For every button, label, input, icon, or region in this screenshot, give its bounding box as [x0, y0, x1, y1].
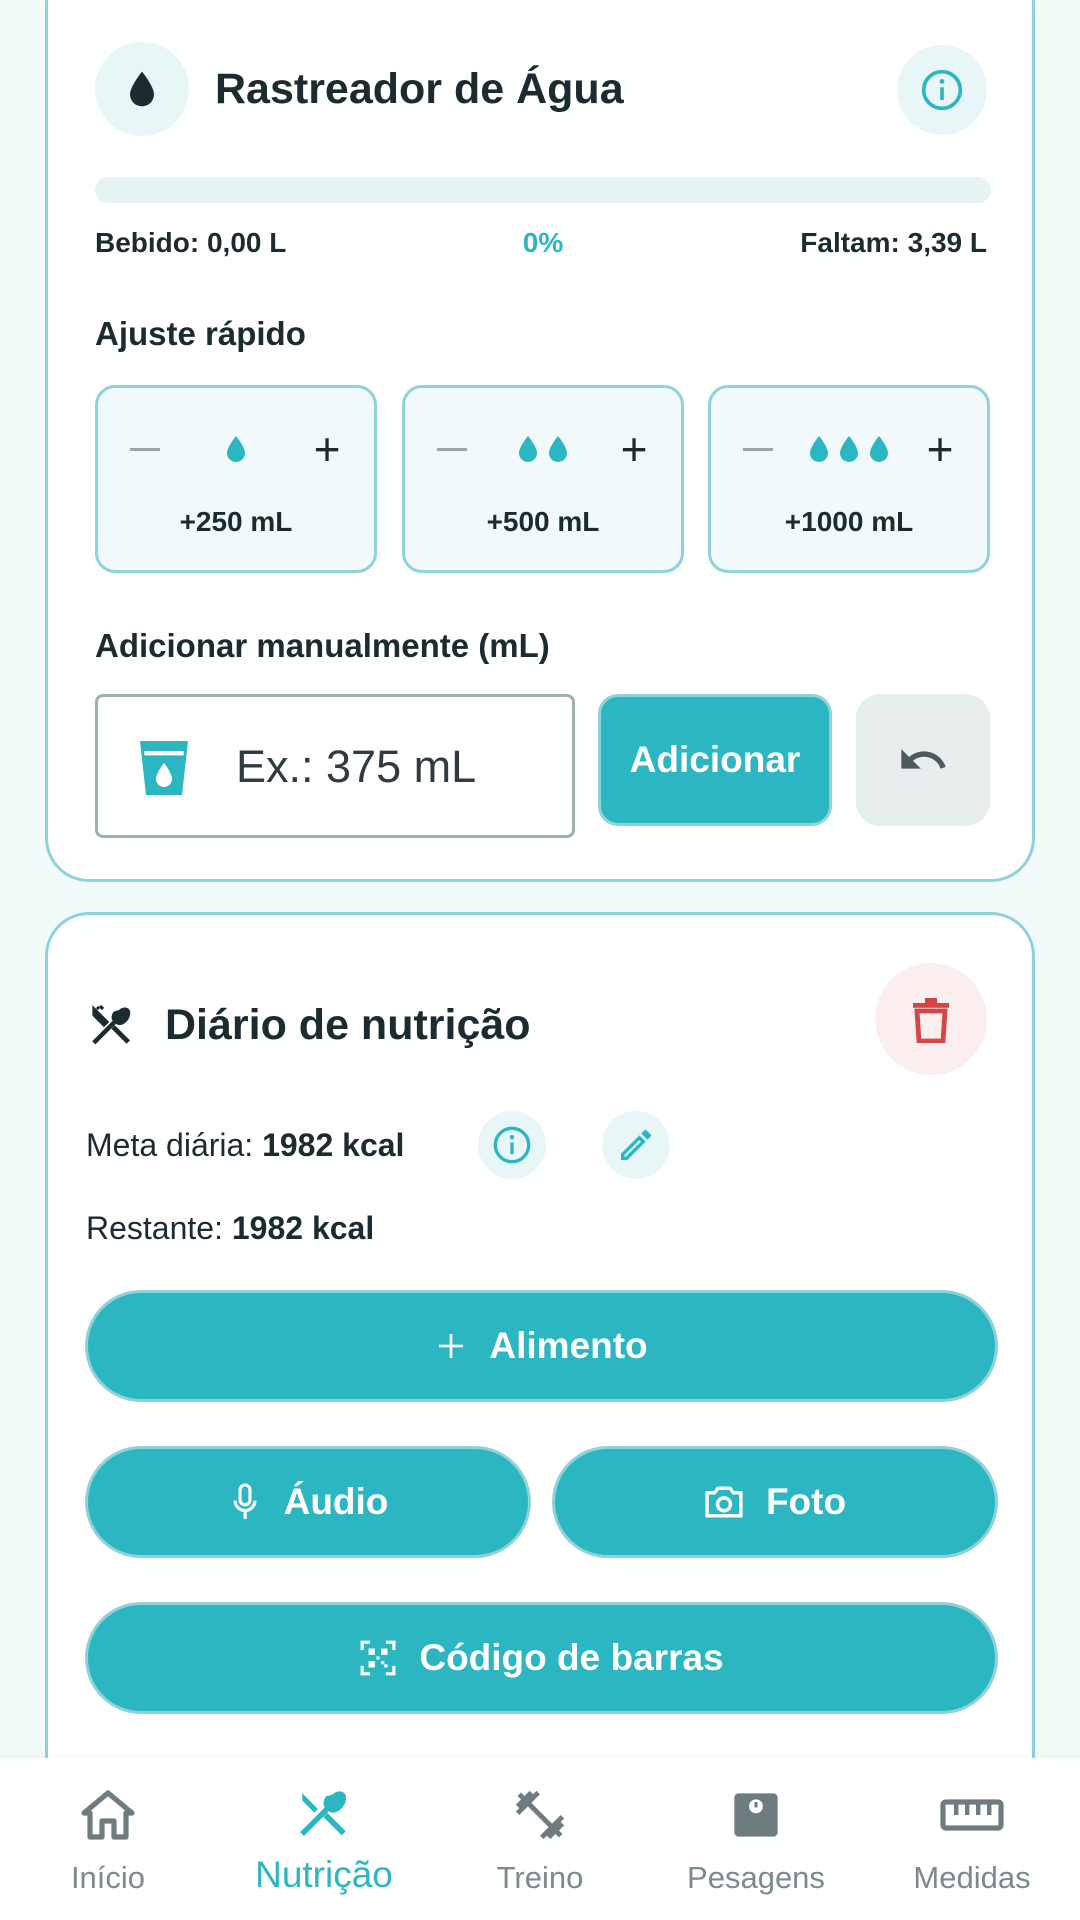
nav-label-workout: Treino	[496, 1860, 584, 1895]
camera-icon	[705, 1486, 743, 1518]
remaining-label: Restante:	[86, 1210, 232, 1246]
info-icon	[921, 69, 963, 111]
goal-info-button[interactable]	[478, 1111, 546, 1179]
barcode-button[interactable]: Código de barras	[85, 1602, 998, 1714]
barcode-label: Código de barras	[419, 1637, 724, 1678]
plus-icon[interactable]: +	[302, 424, 352, 474]
add-food-label: Alimento	[489, 1325, 648, 1366]
nav-label-measurements: Medidas	[913, 1860, 1031, 1895]
nav-item-workout[interactable]: Treino	[432, 1758, 648, 1920]
barcode-scan-icon	[360, 1640, 396, 1676]
manual-add-label: Adicionar manualmente (mL)	[95, 627, 550, 664]
dumbbell-icon	[515, 1790, 565, 1840]
quick-add-amount: +1000 mL	[784, 506, 914, 537]
undo-icon	[901, 749, 946, 769]
nav-label-home: Início	[70, 1860, 146, 1895]
daily-goal-value: 1982 kcal	[262, 1127, 405, 1163]
delete-button[interactable]	[875, 963, 987, 1075]
utensils-icon	[92, 1004, 131, 1045]
quick-add-amount: +500 mL	[486, 506, 600, 537]
photo-label: Foto	[765, 1481, 847, 1522]
cup-icon	[140, 741, 188, 795]
remaining-calories: Restante: 1982 kcal	[86, 1210, 374, 1247]
plus-icon[interactable]: +	[609, 424, 659, 474]
plus-icon[interactable]: +	[915, 424, 965, 474]
daily-goal-label: Meta diária:	[86, 1127, 263, 1163]
quick-add-500[interactable]: + +500 mL	[402, 385, 684, 573]
daily-goal: Meta diária: 1982 kcal	[86, 1127, 404, 1164]
quick-add-1000[interactable]: + +1000 mL	[708, 385, 990, 573]
photo-button[interactable]: Foto	[552, 1446, 998, 1558]
nav-item-measurements[interactable]: Medidas	[864, 1758, 1080, 1920]
quick-add-250[interactable]: + +250 mL	[95, 385, 377, 573]
add-water-button[interactable]: Adicionar	[598, 694, 832, 826]
nutrition-diary-title: Diário de nutrição	[165, 1001, 531, 1049]
nav-label-nutrition: Nutrição	[255, 1854, 393, 1895]
nav-item-home[interactable]: Início	[0, 1758, 216, 1920]
info-icon	[493, 1126, 531, 1164]
ruler-icon	[940, 1799, 1004, 1831]
water-info-button[interactable]	[897, 45, 987, 135]
pencil-icon	[621, 1129, 652, 1160]
water-drop-icon	[130, 71, 154, 107]
utensils-icon	[300, 1791, 347, 1837]
nav-label-weigh-ins: Pesagens	[687, 1860, 825, 1895]
remaining-value: 1982 kcal	[231, 1210, 375, 1246]
quick-add-amount: +250 mL	[179, 506, 293, 537]
water-tracker-title: Rastreador de Água	[215, 65, 624, 113]
manual-amount-input[interactable]	[236, 737, 556, 797]
microphone-icon	[233, 1483, 257, 1519]
scale-icon	[734, 1793, 778, 1837]
audio-button[interactable]: Áudio	[85, 1446, 531, 1558]
add-food-button[interactable]: Alimento	[85, 1290, 998, 1402]
audio-label: Áudio	[283, 1481, 389, 1522]
nav-item-weigh-ins[interactable]: Pesagens	[648, 1758, 864, 1920]
trash-icon	[913, 998, 949, 1043]
home-icon	[81, 1790, 135, 1840]
water-progress-bar	[95, 177, 991, 203]
screen: Rastreador de Água Bebido: 0,00 L 0% Fal…	[0, 0, 1080, 1920]
water-tracker-card: Rastreador de Água Bebido: 0,00 L 0% Fal…	[45, 0, 1035, 882]
edit-goal-button[interactable]	[602, 1111, 670, 1179]
remaining-amount: Faltam: 3,39 L	[800, 227, 987, 258]
water-drop-badge	[95, 42, 189, 136]
bottom-navigation: Início Nutrição Treino Pesagens Medidas	[0, 1758, 1080, 1920]
nav-item-nutrition[interactable]: Nutrição	[216, 1758, 432, 1920]
manual-amount-field[interactable]	[95, 694, 575, 838]
undo-button[interactable]	[856, 694, 990, 826]
quick-adjust-label: Ajuste rápido	[95, 315, 306, 352]
plus-icon	[439, 1334, 464, 1358]
